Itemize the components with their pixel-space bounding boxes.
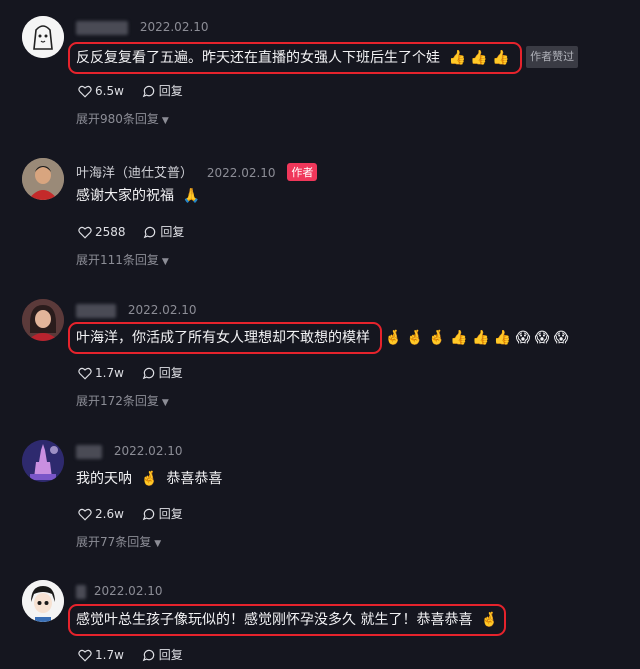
heart-icon — [78, 367, 92, 380]
highlight-box: 感觉叶总生孩子像玩似的！感觉刚怀孕没多久 就生了！恭喜恭喜 🤞 — [67, 604, 507, 636]
reply-button[interactable]: 回复 — [142, 646, 183, 663]
expand-replies-label: 展开980条回复 — [76, 112, 159, 126]
comment-text: 感谢大家的祝福 🙏 — [76, 186, 200, 206]
expand-replies-button[interactable]: 展开77条回复 ▼ — [76, 533, 161, 550]
like-button[interactable]: 6.5w — [78, 84, 124, 98]
avatar[interactable] — [22, 580, 64, 622]
comment-date: 2022.02.10 — [206, 166, 276, 180]
avatar[interactable] — [22, 299, 64, 341]
comment-meta: 2022.02.10 — [76, 584, 163, 599]
comment-text: 感觉叶总生孩子像玩似的！感觉刚怀孕没多久 就生了！恭喜恭喜 🤞 — [67, 604, 507, 636]
like-button[interactable]: 1.7w — [78, 648, 124, 662]
author-badge: 作者 — [287, 163, 318, 181]
reaction-emojis: 🤞 🤞 🤞 👍 👍 👍 😱 😱 😱 — [384, 330, 569, 346]
reply-button[interactable]: 回复 — [142, 505, 183, 522]
expand-replies-button[interactable]: 展开980条回复 ▼ — [76, 110, 169, 127]
highlight-box: 叶海洋，你活成了所有女人理想却不敢想的模样 — [67, 322, 383, 354]
crossed-fingers-emoji: 🤞 — [140, 471, 158, 487]
comment-actions: 2588 回复 — [78, 223, 198, 242]
comment-text: 我的天呐 🤞 恭喜恭喜 — [76, 469, 222, 489]
redacted-username — [76, 20, 128, 35]
comment-text-body: 反反复复看了五遍。昨天还在直播的女强人下班后生了个娃 — [76, 50, 440, 66]
reply-icon — [142, 649, 154, 661]
comment-actions: 1.7w 回复 — [78, 646, 197, 665]
reply-label: 回复 — [158, 84, 183, 98]
like-count: 2588 — [95, 225, 126, 239]
author-liked-tag: 作者赞过 — [526, 46, 579, 68]
comment-text-body: 感谢大家的祝福 — [76, 188, 174, 204]
thumbs-up-emojis: 👍 👍 👍 — [448, 50, 510, 66]
comment-text-body: 我的天呐 — [76, 471, 132, 487]
reply-icon — [142, 85, 154, 97]
caret-down-icon: ▼ — [161, 398, 169, 408]
comment-meta: 2022.02.10 — [76, 303, 197, 318]
like-count: 1.7w — [95, 366, 124, 380]
comment-actions: 1.7w 回复 — [78, 364, 197, 383]
like-button[interactable]: 2.6w — [78, 507, 124, 521]
reply-label: 回复 — [158, 507, 183, 521]
caret-down-icon: ▼ — [161, 116, 169, 126]
author-name[interactable]: 叶海洋（迪仕艾普） — [76, 166, 193, 181]
heart-icon — [78, 85, 92, 98]
comment-date: 2022.02.10 — [113, 444, 183, 458]
reply-icon — [144, 226, 156, 238]
reply-label: 回复 — [160, 225, 185, 239]
heart-icon — [78, 226, 92, 239]
reply-label: 回复 — [158, 366, 183, 380]
avatar[interactable] — [22, 440, 64, 482]
expand-replies-label: 展开77条回复 — [76, 535, 152, 549]
comment-date: 2022.02.10 — [127, 303, 197, 317]
comment-meta: 2022.02.10 — [76, 20, 209, 35]
heart-icon — [78, 649, 92, 662]
comment-actions: 2.6w 回复 — [78, 505, 197, 524]
redacted-username — [76, 584, 86, 599]
comment-actions: 6.5w 回复 — [78, 82, 197, 101]
expand-replies-label: 展开111条回复 — [76, 253, 159, 267]
highlight-box: 反反复复看了五遍。昨天还在直播的女强人下班后生了个娃 👍 👍 👍 — [67, 42, 523, 74]
comment-text: 叶海洋，你活成了所有女人理想却不敢想的模样 🤞 🤞 🤞 👍 👍 👍 😱 😱 😱 — [67, 322, 569, 354]
like-button[interactable]: 2588 — [78, 225, 126, 239]
avatar[interactable] — [22, 158, 64, 200]
comment-text-body-2: 恭喜恭喜 — [166, 471, 223, 487]
reply-icon — [142, 367, 154, 379]
reply-button[interactable]: 回复 — [142, 364, 183, 381]
avatar[interactable] — [22, 16, 64, 58]
like-count: 1.7w — [95, 648, 124, 662]
reply-button[interactable]: 回复 — [142, 82, 183, 99]
reply-label: 回复 — [158, 648, 183, 662]
comment-date: 2022.02.10 — [93, 584, 163, 598]
comment-date: 2022.02.10 — [139, 20, 209, 34]
comment-text: 反反复复看了五遍。昨天还在直播的女强人下班后生了个娃 👍 👍 👍 作者赞过 — [67, 42, 579, 74]
like-count: 2.6w — [95, 507, 124, 521]
comment-text-body: 叶海洋，你活成了所有女人理想却不敢想的模样 — [76, 330, 370, 346]
heart-icon — [78, 508, 92, 521]
redacted-username — [76, 444, 102, 459]
expand-replies-button[interactable]: 展开172条回复 ▼ — [76, 392, 169, 409]
crossed-fingers-emoji: 🤞 — [480, 612, 499, 628]
pray-emoji: 🙏 — [182, 188, 200, 204]
reply-button[interactable]: 回复 — [143, 223, 184, 240]
comment-meta: 2022.02.10 — [76, 444, 183, 459]
redacted-username — [76, 303, 116, 318]
expand-replies-button[interactable]: 展开111条回复 ▼ — [76, 251, 169, 268]
expand-replies-label: 展开172条回复 — [76, 394, 159, 408]
like-button[interactable]: 1.7w — [78, 366, 124, 380]
caret-down-icon: ▼ — [154, 539, 162, 549]
like-count: 6.5w — [95, 84, 124, 98]
reply-icon — [142, 508, 154, 520]
comment-text-body: 感觉叶总生孩子像玩似的！感觉刚怀孕没多久 就生了！恭喜恭喜 — [76, 612, 473, 628]
caret-down-icon: ▼ — [161, 257, 169, 267]
comment-meta: 叶海洋（迪仕艾普） 2022.02.10 作者 — [76, 162, 318, 181]
